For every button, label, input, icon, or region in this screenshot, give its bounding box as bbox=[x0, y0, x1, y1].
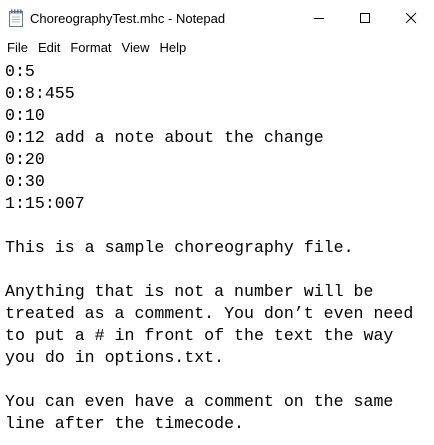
text-line: 0:10 bbox=[5, 106, 45, 125]
text-line bbox=[5, 215, 434, 237]
title-bar[interactable]: ChoreographyTest.mhc - Notepad bbox=[0, 0, 434, 36]
text-line: 0:30 bbox=[5, 172, 45, 191]
text-editor[interactable]: 0:5 0:8:455 0:10 0:12 add a note about t… bbox=[0, 61, 434, 445]
menu-file[interactable]: File bbox=[2, 36, 33, 59]
text-line: 0:12 add a note about the change bbox=[5, 128, 324, 147]
menu-help[interactable]: Help bbox=[154, 36, 191, 59]
text-line: treated as a comment. You don’t even nee… bbox=[5, 304, 414, 323]
menu-format[interactable]: Format bbox=[65, 36, 116, 59]
text-line bbox=[5, 259, 434, 281]
text-line: This is a sample choreography file. bbox=[5, 238, 354, 257]
close-button[interactable] bbox=[388, 0, 434, 36]
text-line: line after the timecode. bbox=[5, 414, 244, 433]
text-line: 0:20 bbox=[5, 150, 45, 169]
text-line: 0:5 bbox=[5, 62, 35, 81]
maximize-icon bbox=[360, 13, 370, 23]
minimize-icon bbox=[314, 18, 324, 19]
close-icon bbox=[405, 12, 417, 24]
text-line: Anything that is not a number will be bbox=[5, 282, 374, 301]
window-title: ChoreographyTest.mhc - Notepad bbox=[30, 10, 226, 26]
text-line: 0:8:455 bbox=[5, 84, 75, 103]
maximize-button[interactable] bbox=[342, 0, 388, 36]
menu-view[interactable]: View bbox=[117, 36, 155, 59]
menu-edit[interactable]: Edit bbox=[33, 36, 65, 59]
menu-bar: File Edit Format View Help bbox=[0, 36, 434, 59]
minimize-button[interactable] bbox=[296, 0, 342, 36]
text-line: you do in options.txt. bbox=[5, 348, 225, 367]
text-line: 1:15:007 bbox=[5, 194, 85, 213]
notepad-icon bbox=[8, 9, 24, 27]
notepad-window: ChoreographyTest.mhc - Notepad File Edit… bbox=[0, 0, 434, 445]
text-line: You can even have a comment on the same bbox=[5, 392, 394, 411]
text-line bbox=[5, 369, 434, 391]
text-line: to put a # in front of the text the way bbox=[5, 326, 394, 345]
